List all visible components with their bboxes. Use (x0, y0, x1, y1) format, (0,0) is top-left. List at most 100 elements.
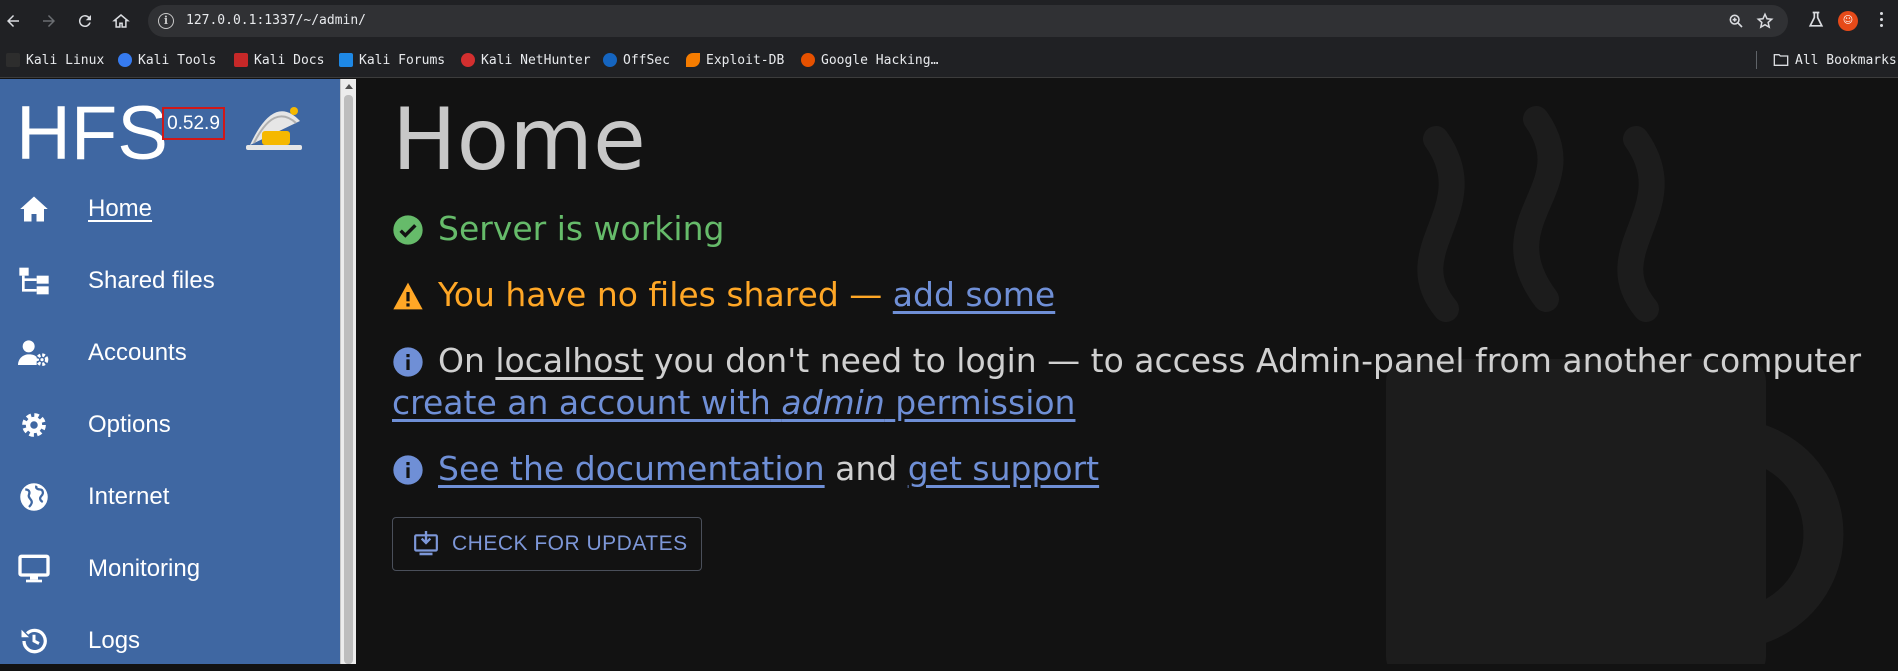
bookmark-kali-tools[interactable]: Kali Tools (118, 42, 216, 78)
permission-text[interactable]: permission (895, 383, 1075, 422)
bookmark-label: Kali NetHunter (481, 52, 591, 68)
check-for-updates-button[interactable]: CHECK FOR UPDATES (392, 517, 702, 571)
bookmark-offsec[interactable]: OffSec (603, 42, 670, 78)
get-support-link[interactable]: get support (908, 449, 1099, 488)
sidebar-item-label: Logs (88, 627, 141, 654)
kali-forums-icon (339, 53, 353, 67)
bookmark-kali-docs[interactable]: Kali Docs (234, 42, 324, 78)
bookmark-kali-linux[interactable]: Kali Linux (6, 42, 104, 78)
forward-button[interactable] (37, 9, 61, 33)
bookmark-label: Kali Docs (254, 52, 325, 68)
globe-icon (18, 481, 50, 513)
download-update-icon (414, 531, 438, 556)
version-badge: 0.52.9 (162, 107, 225, 140)
address-bar[interactable]: i 127.0.0.1:1337/~/admin/ (148, 5, 1788, 37)
status-message: Server is working (392, 208, 724, 250)
sidebar-item-shared-files[interactable]: Shared files (0, 251, 340, 311)
offsec-icon (603, 53, 617, 67)
info-on-text: On (438, 341, 485, 380)
scroll-up-arrow-icon[interactable] (345, 84, 353, 89)
sidebar-item-internet[interactable]: Internet (0, 467, 340, 527)
reload-button[interactable] (73, 9, 97, 33)
history-icon (18, 625, 50, 657)
reload-icon (78, 15, 91, 28)
exploit-db-icon (686, 53, 700, 67)
documentation-link[interactable]: See the documentation (438, 449, 825, 488)
bookmark-label: Kali Tools (138, 52, 217, 68)
all-bookmarks-button[interactable]: All Bookmarks (1773, 42, 1897, 78)
user-gear-icon (18, 337, 50, 369)
site-info-icon[interactable]: i (158, 13, 174, 29)
brand-title: HFS (16, 91, 168, 176)
home-browser-button[interactable] (109, 9, 133, 33)
monitor-icon (18, 553, 50, 585)
status-text: Server is working (438, 209, 725, 248)
bookmark-exploit-db[interactable]: Exploit-DB (686, 42, 784, 78)
sidebar-item-label: Options (88, 411, 171, 438)
zoom-icon[interactable] (1728, 13, 1744, 29)
sidebar-item-monitoring[interactable]: Monitoring (0, 539, 340, 599)
bookmark-kali-forums[interactable]: Kali Forums (339, 42, 445, 78)
hfs-logo-icon (246, 107, 302, 150)
info-circle-icon (393, 455, 423, 485)
browser-toolbar: i 127.0.0.1:1337/~/admin/ ☺ (0, 0, 1898, 42)
browser-menu-icon[interactable] (1880, 12, 1884, 30)
create-account-link[interactable]: create an account with admin permission (392, 382, 1075, 424)
profile-avatar[interactable]: ☺ (1838, 11, 1858, 31)
sidebar-scrollbar[interactable] (340, 79, 356, 664)
kali-docs-icon (234, 53, 248, 67)
sidebar-item-label: Internet (88, 483, 170, 510)
sidebar-item-label: Home (88, 195, 153, 222)
kali-tools-icon (118, 53, 132, 67)
back-button[interactable] (1, 9, 25, 33)
sidebar-item-home[interactable]: Home (0, 179, 340, 239)
folder-icon (1773, 54, 1789, 66)
sidebar-item-label: Shared files (88, 267, 215, 294)
home-outline-icon (112, 14, 130, 28)
bookmarks-separator (1756, 51, 1757, 69)
info-circle-icon (393, 347, 423, 377)
google-hacking-icon (801, 53, 815, 67)
url-text: 127.0.0.1:1337/~/admin/ (186, 13, 367, 28)
all-bookmarks-label: All Bookmarks (1795, 52, 1897, 68)
sidebar-item-accounts[interactable]: Accounts (0, 323, 340, 383)
add-some-link[interactable]: add some (893, 275, 1055, 314)
kali-dragon-icon (6, 53, 20, 67)
tree-icon (18, 265, 50, 297)
bookmark-label: Exploit-DB (706, 52, 785, 68)
warning-message: You have no files shared — add some (392, 274, 1055, 316)
bookmark-google-hacking[interactable]: Google Hacking… (801, 42, 938, 78)
labs-flask-icon[interactable] (1806, 10, 1826, 30)
main-content: Home Server is working You have no files… (356, 79, 1898, 664)
admin-text[interactable]: admin (781, 383, 884, 422)
localhost-text: localhost (495, 341, 644, 380)
bookmark-star-icon[interactable] (1756, 12, 1774, 30)
sidebar-item-label: Accounts (88, 339, 187, 366)
bookmark-label: Google Hacking… (821, 52, 939, 68)
info-rest-text: you don't need to login — to access Admi… (654, 341, 1862, 380)
sidebar-item-label: Monitoring (88, 555, 201, 582)
warning-triangle-icon (393, 282, 423, 310)
home-icon (18, 193, 50, 225)
gear-icon (18, 409, 50, 441)
bookmark-kali-nethunter[interactable]: Kali NetHunter (461, 42, 591, 78)
docs-info: See the documentation and get support (392, 448, 1099, 490)
sidebar-item-options[interactable]: Options (0, 395, 340, 455)
arrow-right-icon (43, 15, 55, 27)
bookmark-label: Kali Linux (26, 52, 105, 68)
sidebar-item-logs[interactable]: Logs (0, 611, 340, 671)
bookmarks-bar: Kali Linux Kali Tools Kali Docs Kali For… (0, 42, 1898, 78)
bookmark-label: OffSec (623, 52, 670, 68)
create-account-text[interactable]: create an account with (392, 383, 771, 422)
nethunter-icon (461, 53, 475, 67)
localhost-info: On localhost you don't need to login — t… (392, 340, 1861, 382)
bookmark-label: Kali Forums (359, 52, 446, 68)
sidebar: HFS 0.52.9 Home Shared files Accounts Op… (0, 79, 340, 664)
page-title: Home (392, 90, 646, 190)
warning-text: You have no files shared — (438, 275, 883, 314)
arrow-left-icon (7, 15, 19, 27)
check-circle-icon (393, 215, 423, 245)
check-for-updates-label: CHECK FOR UPDATES (452, 532, 688, 555)
scrollbar-thumb[interactable] (344, 95, 353, 664)
and-text: and (835, 449, 898, 488)
